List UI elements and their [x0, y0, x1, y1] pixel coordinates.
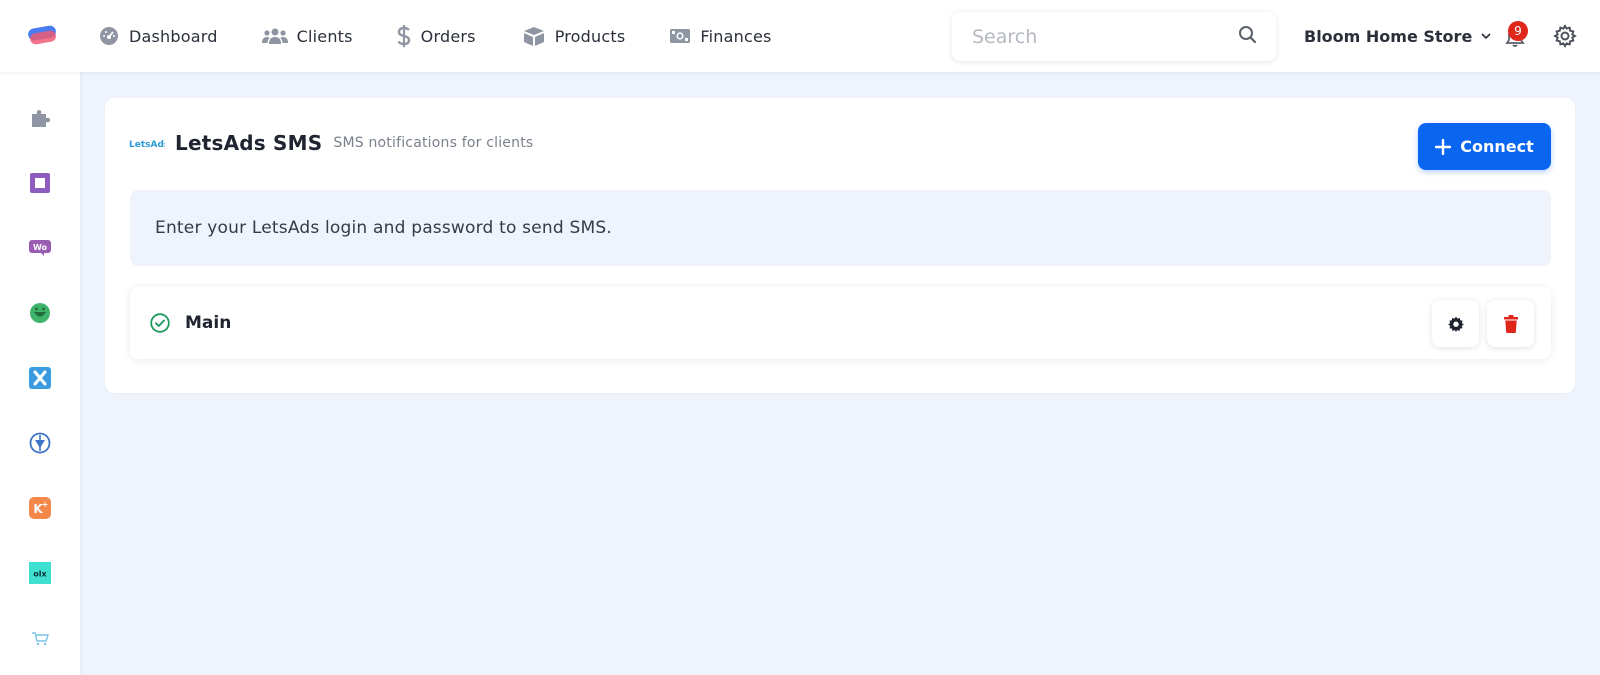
app-logo[interactable] — [26, 24, 58, 46]
woo-icon: Wo — [29, 240, 51, 256]
info-banner: Enter your LetsAds login and password to… — [130, 190, 1551, 266]
nav-label: Clients — [296, 26, 353, 46]
connection-delete-button[interactable] — [1487, 300, 1534, 347]
connection-row: Main — [130, 287, 1551, 359]
svg-text:+: + — [42, 500, 49, 509]
info-text: Enter your LetsAds login and password to… — [155, 218, 612, 238]
card-header: LetsAds LetsAds SMS SMS notifications fo… — [129, 128, 533, 158]
box-icon — [522, 25, 546, 47]
top-bar: Dashboard Clients Orders Products Financ… — [0, 0, 1600, 72]
gear-icon — [1447, 316, 1464, 332]
sidebar-item-pin[interactable] — [28, 431, 52, 455]
nav-finances[interactable]: Finances — [669, 0, 771, 72]
connect-button[interactable]: Connect — [1418, 123, 1551, 170]
nav-label: Dashboard — [129, 26, 218, 46]
notification-badge: 9 — [1508, 21, 1528, 41]
check-circle-icon — [150, 313, 170, 333]
nav-label: Finances — [700, 26, 772, 46]
pin-app-icon — [29, 432, 51, 454]
sidebar-item-square[interactable] — [28, 171, 52, 195]
puzzle-icon — [32, 110, 50, 127]
sidebar-item-integrations[interactable] — [28, 106, 52, 130]
integration-card: LetsAds LetsAds SMS SMS notifications fo… — [105, 98, 1575, 393]
main-nav: Dashboard Clients Orders Products Financ… — [98, 0, 816, 72]
dollar-icon — [396, 25, 412, 47]
users-icon — [261, 25, 288, 47]
nav-products[interactable]: Products — [522, 0, 626, 72]
search-input[interactable] — [972, 25, 1242, 48]
sidebar-item-x[interactable] — [28, 366, 52, 390]
sidebar-item-cart[interactable] — [28, 626, 52, 650]
olx-icon: olx — [29, 562, 51, 584]
search-icon[interactable] — [1238, 25, 1258, 45]
search-box — [952, 12, 1276, 61]
connection-name: Main — [185, 313, 232, 333]
trash-icon — [1503, 314, 1518, 333]
page-subtitle: SMS notifications for clients — [333, 135, 534, 151]
sidebar-item-smile[interactable] — [28, 301, 52, 325]
sidebar-item-woo[interactable]: Wo — [28, 236, 52, 260]
sidebar-item-olx[interactable]: olx — [28, 561, 52, 585]
nav-label: Products — [554, 26, 626, 46]
letsads-logo: LetsAds — [129, 140, 165, 150]
sidebar-item-kplus[interactable]: K + — [28, 496, 52, 520]
store-name: Bloom Home Store — [1304, 26, 1473, 46]
svg-text:LetsAds: LetsAds — [129, 140, 165, 150]
sidebar: Wo K + olx — [0, 72, 80, 675]
chevron-down-icon — [1481, 33, 1491, 40]
svg-text:olx: olx — [33, 570, 47, 579]
connection-settings-button[interactable] — [1432, 300, 1479, 347]
cart-icon — [32, 632, 49, 646]
x-app-icon — [29, 367, 51, 389]
gear-icon[interactable] — [1553, 24, 1577, 48]
smile-app-icon — [30, 303, 50, 323]
k-plus-icon: K+ — [29, 497, 51, 519]
nav-clients[interactable]: Clients — [261, 0, 353, 72]
nav-orders[interactable]: Orders — [396, 0, 476, 72]
nav-dashboard[interactable]: Dashboard — [98, 0, 218, 72]
money-icon — [669, 25, 691, 47]
page-title: LetsAds SMS — [175, 131, 323, 155]
svg-text:Wo: Wo — [33, 243, 48, 252]
plus-icon — [1435, 138, 1452, 155]
nav-label: Orders — [420, 26, 476, 46]
connect-label: Connect — [1460, 137, 1534, 156]
dashboard-icon — [98, 25, 120, 47]
square-app-icon — [30, 173, 50, 193]
store-selector[interactable]: Bloom Home Store — [1304, 22, 1492, 50]
